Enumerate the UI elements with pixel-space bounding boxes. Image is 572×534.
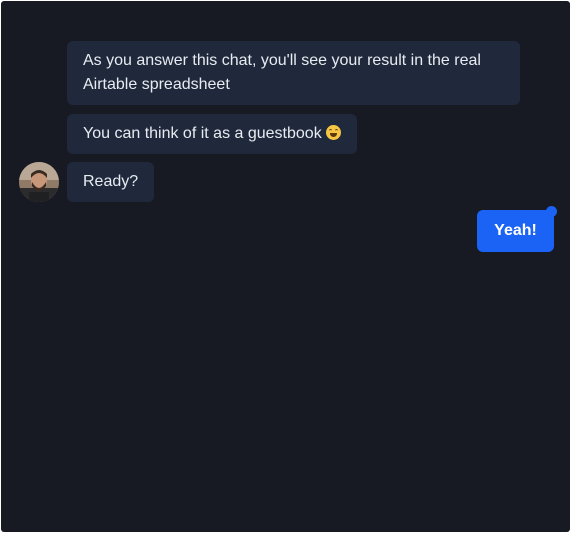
user-avatar-indicator [546,206,557,217]
bot-message: Ready? [67,162,155,202]
bot-message: As you answer this chat, you'll see your… [67,41,520,105]
bot-avatar [19,162,59,202]
chat-window: As you answer this chat, you'll see your… [1,1,570,532]
bot-message-text: Ready? [83,173,139,190]
user-reply-message: Yeah! [477,210,554,252]
laughing-emoji-icon [325,125,341,140]
user-message-text: Yeah! [494,222,537,239]
bot-message-text: As you answer this chat, you'll see your… [83,52,481,93]
bot-message-text: You can think of it as a guestbook [83,125,322,142]
avatar-photo-icon [19,162,59,202]
bot-message: You can think of it as a guestbook [67,114,357,154]
